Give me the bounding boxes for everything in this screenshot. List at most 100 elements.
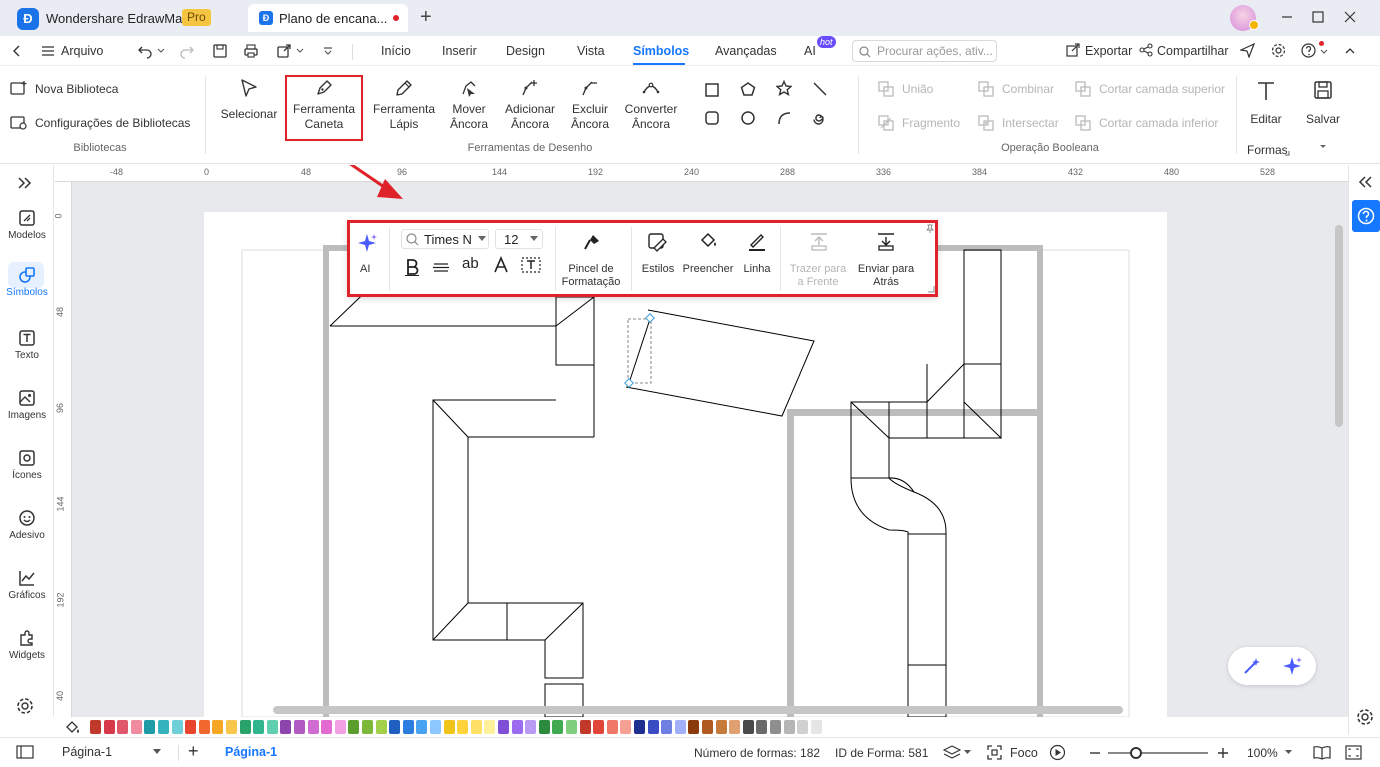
resize-corner-icon[interactable] (928, 286, 935, 293)
color-swatch[interactable] (130, 720, 142, 734)
text-case-icon[interactable]: ab (461, 255, 481, 271)
color-swatch[interactable] (729, 720, 741, 734)
tab-avancadas[interactable]: Avançadas (715, 44, 777, 58)
tab-vista[interactable]: Vista (577, 44, 605, 58)
color-swatch[interactable] (334, 720, 346, 734)
styles-label[interactable]: Estilos (636, 263, 680, 275)
star-shape-icon[interactable] (776, 80, 792, 96)
shapes-dropdown-icon[interactable] (1284, 150, 1290, 156)
sidebar-item-imagens[interactable]: Imagens (0, 389, 54, 421)
color-swatch[interactable] (538, 720, 550, 734)
ai-sparkle-icon[interactable] (356, 232, 378, 254)
color-swatch[interactable] (606, 720, 618, 734)
help-panel-button[interactable] (1352, 200, 1380, 232)
ai-label[interactable]: AI (360, 263, 370, 275)
export-button[interactable]: Exportar (1085, 44, 1132, 58)
color-swatch[interactable] (185, 720, 197, 734)
search-box[interactable]: Procurar ações, ativ... (852, 40, 997, 62)
expand-sidebar-icon[interactable] (17, 176, 33, 190)
add-anchor-button[interactable]: Adicionar Âncora (500, 78, 560, 132)
send-icon[interactable] (1240, 43, 1255, 58)
intersect-button[interactable]: Intersectar (1002, 116, 1059, 130)
color-swatch[interactable] (647, 720, 659, 734)
tab-inicio[interactable]: Início (381, 44, 411, 58)
undo-dropdown-icon[interactable] (157, 47, 165, 55)
right-settings-icon[interactable] (1356, 708, 1374, 726)
edit-shapes-button[interactable]: Editar (1244, 80, 1288, 127)
maximize-icon[interactable] (1311, 10, 1325, 24)
document-tab[interactable]: Đ Plano de encana... (248, 4, 408, 32)
color-swatch[interactable] (688, 720, 700, 734)
styles-icon[interactable] (647, 232, 667, 252)
redo-icon[interactable] (179, 43, 195, 59)
export-dropdown-icon[interactable] (296, 47, 304, 55)
color-swatch[interactable] (266, 720, 278, 734)
share-button[interactable]: Compartilhar (1157, 44, 1229, 58)
color-swatch[interactable] (416, 720, 428, 734)
color-swatch[interactable] (484, 720, 496, 734)
sidebar-item-adesivo[interactable]: Adesivo (0, 509, 54, 541)
search-input[interactable]: Procurar ações, ativ... (877, 44, 993, 58)
color-swatch[interactable] (511, 720, 523, 734)
color-swatch[interactable] (715, 720, 727, 734)
sidebar-item-widgets[interactable]: Widgets (0, 629, 54, 661)
focus-button[interactable]: Foco (1010, 746, 1038, 760)
fragment-button[interactable]: Fragmento (902, 116, 960, 130)
sidebar-item-texto[interactable]: Texto (0, 329, 54, 361)
delete-anchor-button[interactable]: Excluir Âncora (565, 78, 615, 132)
zoom-slider-track[interactable] (1108, 752, 1208, 754)
file-menu[interactable]: Arquivo (61, 44, 103, 58)
canvas-area[interactable]: -48 0 48 96 144 192 240 288 336 384 432 … (55, 165, 1348, 717)
fit-page-icon[interactable] (1345, 745, 1362, 760)
add-tab-button[interactable]: + (420, 6, 432, 29)
select-tool-button[interactable]: Selecionar (219, 78, 279, 122)
color-swatch[interactable] (525, 720, 537, 734)
zoom-level[interactable]: 100% (1247, 746, 1278, 760)
collapse-right-panel-icon[interactable] (1358, 175, 1374, 189)
page-tab-active[interactable]: Página-1 (225, 745, 277, 759)
vertical-scrollbar[interactable] (1335, 225, 1343, 427)
color-swatch[interactable] (280, 720, 292, 734)
unsaved-dot-icon[interactable] (393, 15, 399, 21)
ai-assistant-icon[interactable] (1281, 655, 1303, 677)
save-dropdown-icon[interactable] (1319, 143, 1327, 151)
send-to-back-label[interactable]: Enviar para Atrás (852, 263, 920, 289)
zoom-out-icon[interactable] (1088, 746, 1102, 760)
color-swatch[interactable] (117, 720, 129, 734)
sidebar-item-graficos[interactable]: Gráficos (0, 569, 54, 601)
color-swatch[interactable] (348, 720, 360, 734)
color-swatch[interactable] (389, 720, 401, 734)
color-swatch[interactable] (470, 720, 482, 734)
color-swatch[interactable] (321, 720, 333, 734)
color-swatch[interactable] (783, 720, 795, 734)
color-swatch[interactable] (294, 720, 305, 734)
help-icon[interactable] (1301, 43, 1316, 58)
font-color-icon[interactable] (493, 256, 509, 274)
color-swatch[interactable] (770, 720, 781, 734)
add-page-button[interactable]: + (188, 741, 199, 762)
color-swatch[interactable] (226, 720, 237, 734)
shapes-dropdown-label[interactable]: Formas (1247, 143, 1288, 157)
color-swatch[interactable] (90, 720, 101, 734)
bring-to-front-label[interactable]: Trazer para a Frente (784, 263, 852, 289)
help-dropdown-icon[interactable] (1320, 48, 1328, 56)
cut-bottom-layer-button[interactable]: Cortar camada inferior (1099, 116, 1218, 130)
color-swatch[interactable] (430, 720, 441, 734)
strikethrough-icon[interactable] (432, 259, 450, 275)
rectangle-shape-icon[interactable] (704, 82, 720, 98)
page-select-dropdown-icon[interactable] (153, 749, 161, 755)
pen-tool-button[interactable]: Ferramenta Caneta (287, 78, 361, 132)
export-doc-icon[interactable] (276, 43, 292, 59)
color-swatch[interactable] (593, 720, 605, 734)
library-settings-button[interactable]: Configurações de Bibliotecas (35, 116, 190, 130)
undo-icon[interactable] (137, 43, 153, 59)
color-swatch[interactable] (742, 720, 754, 734)
layers-icon[interactable] (943, 744, 961, 760)
page-select[interactable]: Página-1 (62, 745, 112, 759)
spiral-shape-icon[interactable] (812, 110, 828, 126)
pentagon-shape-icon[interactable] (740, 81, 756, 97)
union-button[interactable]: União (902, 82, 933, 96)
focus-icon[interactable] (987, 745, 1002, 760)
save-library-button[interactable]: Salvar (1302, 80, 1344, 127)
zoom-dropdown-icon[interactable] (1285, 750, 1292, 755)
